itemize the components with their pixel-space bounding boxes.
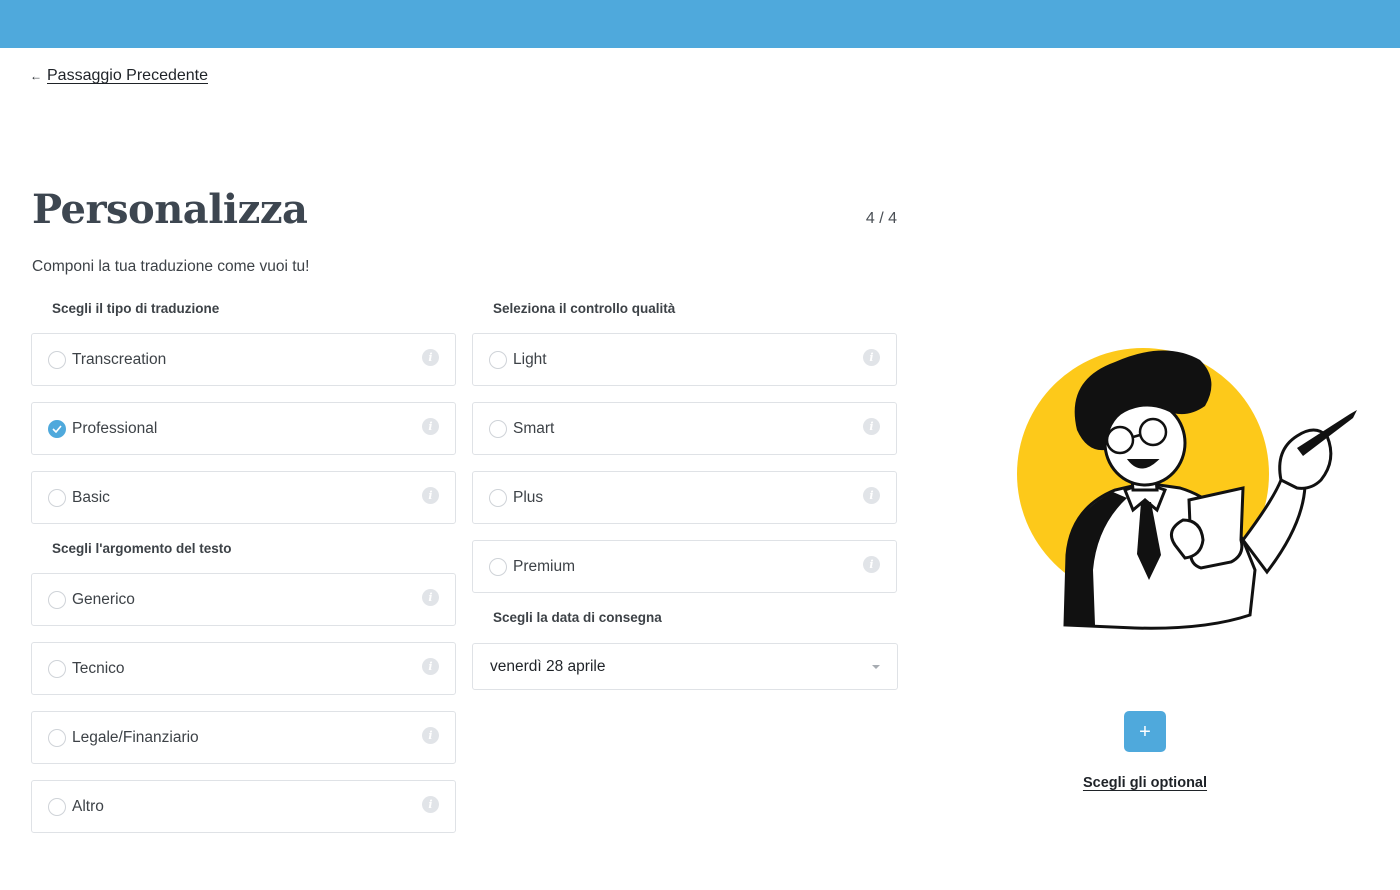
option-label: Light (513, 350, 547, 368)
info-icon[interactable]: i (422, 487, 439, 504)
radio-plus[interactable] (489, 488, 507, 507)
option-smart[interactable]: Smart i (472, 402, 897, 455)
option-label: Smart (513, 419, 555, 437)
option-light[interactable]: Light i (472, 333, 897, 386)
delivery-date-label: Scegli la data di consegna (493, 610, 662, 625)
option-label: Generico (72, 590, 135, 608)
info-icon[interactable]: i (422, 349, 439, 366)
info-icon[interactable]: i (422, 658, 439, 675)
page-title: Personalizza (32, 186, 308, 233)
option-altro[interactable]: Altro i (31, 780, 456, 833)
top-bar (0, 0, 1400, 48)
radio-generico[interactable] (48, 590, 66, 609)
info-icon[interactable]: i (422, 418, 439, 435)
option-label: Premium (513, 557, 576, 575)
radio-transcreation[interactable] (48, 350, 66, 369)
text-topic-label: Scegli l'argomento del testo (52, 541, 232, 556)
info-icon[interactable]: i (422, 796, 439, 813)
info-icon[interactable]: i (863, 556, 880, 573)
option-legale-finanziario[interactable]: Legale/Finanziario i (31, 711, 456, 764)
radio-premium[interactable] (489, 557, 507, 576)
option-label: Tecnico (72, 659, 125, 677)
back-arrow-icon: ← (30, 69, 42, 83)
option-label: Transcreation (72, 350, 167, 368)
option-plus[interactable]: Plus i (472, 471, 897, 524)
translation-type-label: Scegli il tipo di traduzione (52, 301, 220, 316)
delivery-date-select[interactable]: venerdì 28 aprile (472, 643, 898, 690)
option-professional[interactable]: Professional i (31, 402, 456, 455)
radio-basic[interactable] (48, 488, 66, 507)
option-basic[interactable]: Basic i (31, 471, 456, 524)
translator-illustration (1017, 348, 1357, 630)
info-icon[interactable]: i (863, 418, 880, 435)
radio-altro[interactable] (48, 797, 66, 816)
delivery-date-value: venerdì 28 aprile (490, 657, 606, 675)
option-label: Professional (72, 419, 158, 437)
option-generico[interactable]: Generico i (31, 573, 456, 626)
option-transcreation[interactable]: Transcreation i (31, 333, 456, 386)
option-premium[interactable]: Premium i (472, 540, 897, 593)
choose-optional-link[interactable]: Scegli gli optional (1000, 775, 1290, 791)
radio-tecnico[interactable] (48, 659, 66, 678)
info-icon[interactable]: i (863, 487, 880, 504)
info-icon[interactable]: i (863, 349, 880, 366)
option-label: Basic (72, 488, 110, 506)
step-counter: 4 / 4 (865, 210, 897, 227)
option-label: Plus (513, 488, 544, 506)
option-label: Legale/Finanziario (72, 728, 199, 746)
radio-light[interactable] (489, 350, 507, 369)
radio-smart[interactable] (489, 419, 507, 438)
check-icon (52, 424, 62, 433)
option-label: Altro (72, 797, 104, 815)
option-tecnico[interactable]: Tecnico i (31, 642, 456, 695)
add-optional-button[interactable]: + (1124, 711, 1166, 752)
back-link[interactable]: ← Passaggio Precedente (30, 67, 208, 85)
radio-professional[interactable] (48, 419, 66, 438)
info-icon[interactable]: i (422, 727, 439, 744)
quality-control-label: Seleziona il controllo qualità (493, 301, 676, 316)
info-icon[interactable]: i (422, 589, 439, 606)
back-link-label: Passaggio Precedente (47, 67, 208, 84)
chevron-down-icon (872, 665, 880, 669)
radio-legale-finanziario[interactable] (48, 728, 66, 747)
page-subtitle: Componi la tua traduzione come vuoi tu! (32, 258, 310, 275)
